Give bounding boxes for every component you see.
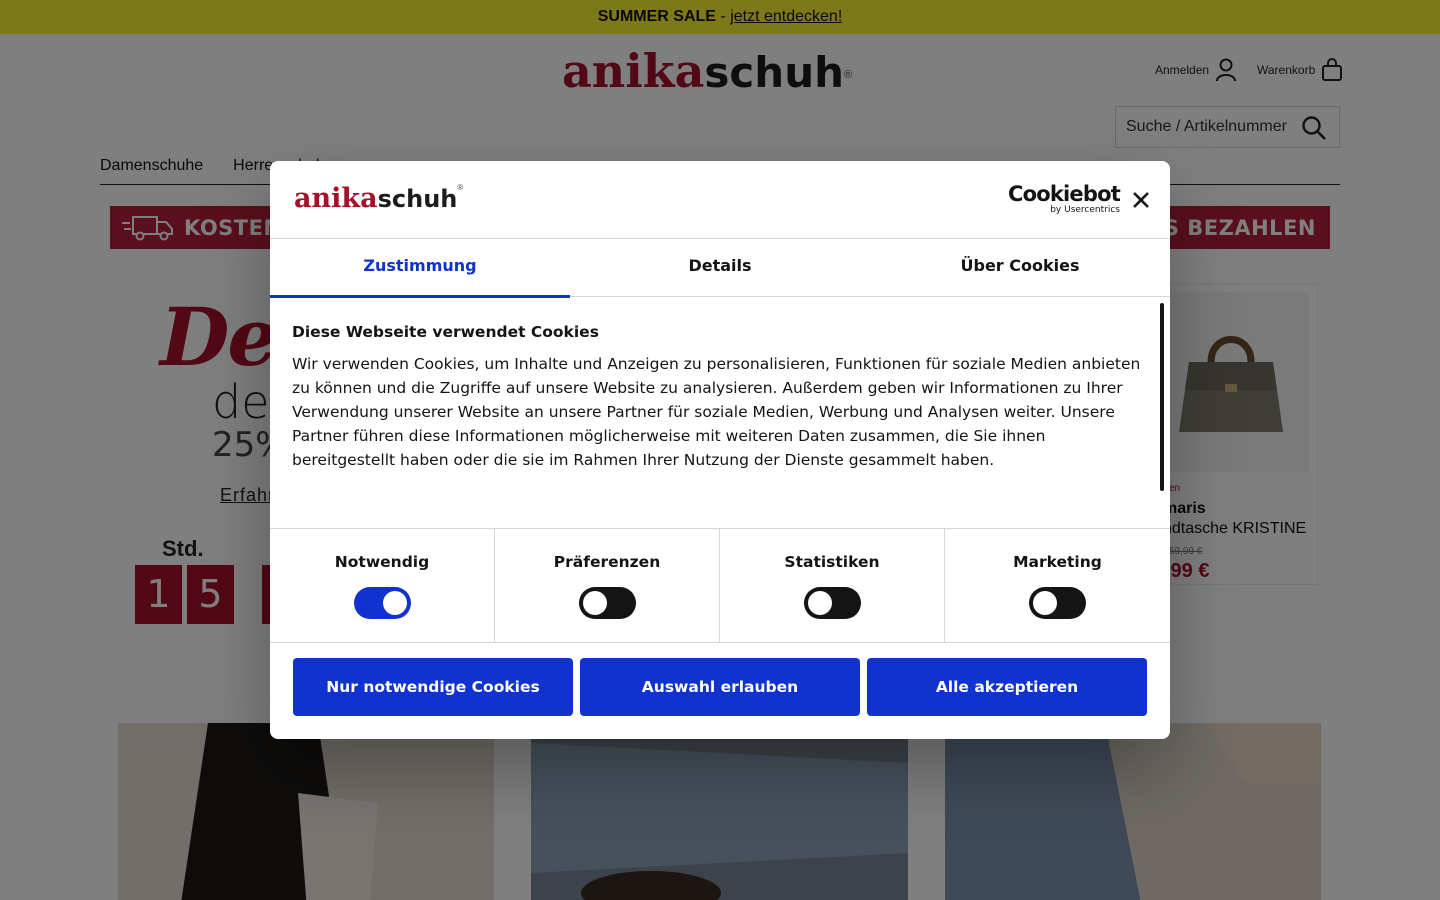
consent-category-praeferenzen: Präferenzen bbox=[495, 529, 720, 642]
consent-category-statistiken: Statistiken bbox=[720, 529, 945, 642]
toggle-marketing[interactable] bbox=[1029, 587, 1086, 619]
consent-label: Präferenzen bbox=[553, 553, 661, 571]
dialog-tabs: Zustimmung Details Über Cookies bbox=[270, 239, 1170, 298]
toggle-praeferenzen[interactable] bbox=[579, 587, 636, 619]
allow-selection-button[interactable]: Auswahl erlauben bbox=[580, 658, 860, 716]
cookie-consent-dialog: anikaschuh® Cookiebot by Usercentrics Zu… bbox=[270, 161, 1170, 739]
consent-label: Notwendig bbox=[334, 553, 430, 571]
consent-category-notwendig: Notwendig bbox=[270, 529, 495, 642]
cookiebot-logo-sub: by Usercentrics bbox=[1050, 205, 1120, 215]
cookiebot-logo-main: Cookiebot bbox=[1008, 182, 1121, 206]
consent-categories: Notwendig Präferenzen Statistiken Market… bbox=[270, 528, 1170, 643]
toggle-knob bbox=[808, 591, 832, 615]
consent-label: Statistiken bbox=[784, 553, 880, 571]
accept-all-button[interactable]: Alle akzeptieren bbox=[867, 658, 1147, 716]
tab-ueber-cookies[interactable]: Über Cookies bbox=[870, 239, 1170, 297]
necessary-only-button[interactable]: Nur notwendige Cookies bbox=[293, 658, 573, 716]
dialog-text-fade bbox=[292, 471, 1142, 516]
dialog-scrollbar[interactable] bbox=[1160, 303, 1164, 491]
cookiebot-logo[interactable]: Cookiebot by Usercentrics bbox=[1008, 182, 1121, 215]
dialog-buttons: Nur notwendige Cookies Auswahl erlauben … bbox=[293, 658, 1148, 716]
dialog-header: anikaschuh® Cookiebot by Usercentrics bbox=[270, 161, 1170, 239]
dialog-body[interactable]: Diese Webseite verwendet Cookies Wir ver… bbox=[292, 321, 1142, 516]
toggle-knob bbox=[1033, 591, 1057, 615]
close-icon[interactable] bbox=[1130, 189, 1152, 211]
consent-label: Marketing bbox=[1013, 553, 1102, 571]
dialog-logo-registered-mark: ® bbox=[457, 183, 464, 192]
toggle-knob bbox=[383, 591, 407, 615]
dialog-title: Diese Webseite verwendet Cookies bbox=[292, 323, 599, 341]
dialog-description: Wir verwenden Cookies, um Inhalte und An… bbox=[292, 355, 1141, 469]
tab-zustimmung[interactable]: Zustimmung bbox=[270, 239, 570, 298]
toggle-knob bbox=[583, 591, 607, 615]
dialog-logo-part-1: anika bbox=[294, 183, 378, 214]
consent-category-marketing: Marketing bbox=[945, 529, 1170, 642]
toggle-notwendig[interactable] bbox=[354, 587, 411, 619]
dialog-logo: anikaschuh® bbox=[294, 183, 463, 214]
dialog-logo-part-2: schuh bbox=[377, 185, 458, 213]
toggle-statistiken[interactable] bbox=[804, 587, 861, 619]
tab-details[interactable]: Details bbox=[570, 239, 870, 297]
